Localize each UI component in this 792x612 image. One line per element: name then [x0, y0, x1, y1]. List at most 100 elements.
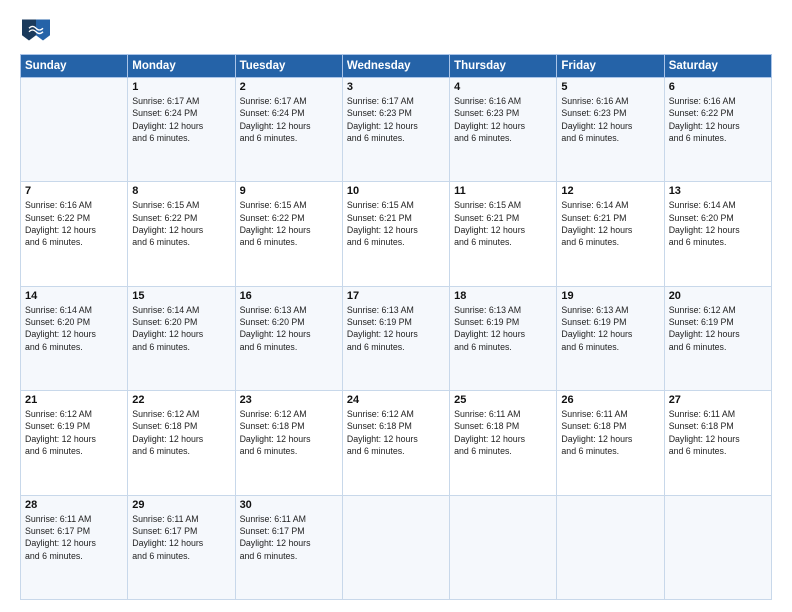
- calendar-cell: 29 Sunrise: 6:11 AMSunset: 6:17 PMDayligh…: [128, 495, 235, 599]
- day-info: Sunrise: 6:17 AMSunset: 6:23 PMDaylight:…: [347, 95, 445, 144]
- calendar-cell: 1 Sunrise: 6:17 AMSunset: 6:24 PMDaylight…: [128, 78, 235, 182]
- day-number: 26: [561, 394, 659, 406]
- calendar-cell: 4 Sunrise: 6:16 AMSunset: 6:23 PMDaylight…: [450, 78, 557, 182]
- day-info: Sunrise: 6:15 AMSunset: 6:21 PMDaylight:…: [454, 199, 552, 248]
- day-number: 13: [669, 185, 767, 197]
- day-header-friday: Friday: [557, 55, 664, 78]
- day-header-monday: Monday: [128, 55, 235, 78]
- calendar-cell: 13Sunrise: 6:14 AMSunset: 6:20 PMDayligh…: [664, 182, 771, 286]
- calendar-cell: 18 Sunrise: 6:13 AMSunset: 6:19 PMDayligh…: [450, 286, 557, 390]
- day-info: Sunrise: 6:15 AMSunset: 6:21 PMDaylight:…: [347, 199, 445, 248]
- calendar-cell: 24 Sunrise: 6:12 AMSunset: 6:18 PMDayligh…: [342, 391, 449, 495]
- calendar-cell: [664, 495, 771, 599]
- day-header-sunday: Sunday: [21, 55, 128, 78]
- day-header-saturday: Saturday: [664, 55, 771, 78]
- day-info: Sunrise: 6:16 AMSunset: 6:23 PMDaylight:…: [454, 95, 552, 144]
- day-number: 18: [454, 290, 552, 302]
- day-info: Sunrise: 6:13 AMSunset: 6:20 PMDaylight:…: [240, 304, 338, 353]
- day-number: 3: [347, 81, 445, 93]
- day-number: 28: [25, 499, 123, 511]
- day-info: Sunrise: 6:13 AMSunset: 6:19 PMDaylight:…: [561, 304, 659, 353]
- day-info: Sunrise: 6:13 AMSunset: 6:19 PMDaylight:…: [347, 304, 445, 353]
- calendar-cell: 3 Sunrise: 6:17 AMSunset: 6:23 PMDaylight…: [342, 78, 449, 182]
- day-info: Sunrise: 6:11 AMSunset: 6:18 PMDaylight:…: [561, 408, 659, 457]
- day-info: Sunrise: 6:12 AMSunset: 6:18 PMDaylight:…: [240, 408, 338, 457]
- calendar-table: SundayMondayTuesdayWednesdayThursdayFrid…: [20, 54, 772, 600]
- day-info: Sunrise: 6:12 AMSunset: 6:19 PMDaylight:…: [25, 408, 123, 457]
- day-info: Sunrise: 6:11 AMSunset: 6:18 PMDaylight:…: [454, 408, 552, 457]
- day-number: 29: [132, 499, 230, 511]
- day-number: 19: [561, 290, 659, 302]
- calendar-cell: 21 Sunrise: 6:12 AMSunset: 6:19 PMDayligh…: [21, 391, 128, 495]
- calendar-cell: [450, 495, 557, 599]
- day-info: Sunrise: 6:11 AMSunset: 6:17 PMDaylight:…: [240, 513, 338, 562]
- day-info: Sunrise: 6:11 AMSunset: 6:18 PMDaylight:…: [669, 408, 767, 457]
- day-number: 15: [132, 290, 230, 302]
- day-info: Sunrise: 6:12 AMSunset: 6:19 PMDaylight:…: [669, 304, 767, 353]
- day-number: 11: [454, 185, 552, 197]
- day-info: Sunrise: 6:13 AMSunset: 6:19 PMDaylight:…: [454, 304, 552, 353]
- calendar-cell: 11 Sunrise: 6:15 AMSunset: 6:21 PMDayligh…: [450, 182, 557, 286]
- calendar-page: SundayMondayTuesdayWednesdayThursdayFrid…: [0, 0, 792, 612]
- day-number: 6: [669, 81, 767, 93]
- week-row-5: 28 Sunrise: 6:11 AMSunset: 6:17 PMDayligh…: [21, 495, 772, 599]
- day-info: Sunrise: 6:16 AMSunset: 6:23 PMDaylight:…: [561, 95, 659, 144]
- day-number: 16: [240, 290, 338, 302]
- day-number: 22: [132, 394, 230, 406]
- day-number: 9: [240, 185, 338, 197]
- days-of-week-row: SundayMondayTuesdayWednesdayThursdayFrid…: [21, 55, 772, 78]
- day-header-wednesday: Wednesday: [342, 55, 449, 78]
- calendar-cell: 30 Sunrise: 6:11 AMSunset: 6:17 PMDayligh…: [235, 495, 342, 599]
- calendar-cell: 10Sunrise: 6:15 AMSunset: 6:21 PMDayligh…: [342, 182, 449, 286]
- calendar-cell: 26 Sunrise: 6:11 AMSunset: 6:18 PMDayligh…: [557, 391, 664, 495]
- day-info: Sunrise: 6:14 AMSunset: 6:21 PMDaylight:…: [561, 199, 659, 248]
- day-info: Sunrise: 6:17 AMSunset: 6:24 PMDaylight:…: [240, 95, 338, 144]
- calendar-cell: 12 Sunrise: 6:14 AMSunset: 6:21 PMDayligh…: [557, 182, 664, 286]
- week-row-4: 21 Sunrise: 6:12 AMSunset: 6:19 PMDayligh…: [21, 391, 772, 495]
- day-header-tuesday: Tuesday: [235, 55, 342, 78]
- day-number: 14: [25, 290, 123, 302]
- logo: [20, 16, 56, 44]
- day-info: Sunrise: 6:14 AMSunset: 6:20 PMDaylight:…: [25, 304, 123, 353]
- calendar-cell: 19 Sunrise: 6:13 AMSunset: 6:19 PMDayligh…: [557, 286, 664, 390]
- calendar-cell: [21, 78, 128, 182]
- day-number: 4: [454, 81, 552, 93]
- day-info: Sunrise: 6:15 AMSunset: 6:22 PMDaylight:…: [132, 199, 230, 248]
- calendar-cell: 25Sunrise: 6:11 AMSunset: 6:18 PMDayligh…: [450, 391, 557, 495]
- day-number: 2: [240, 81, 338, 93]
- day-info: Sunrise: 6:12 AMSunset: 6:18 PMDaylight:…: [132, 408, 230, 457]
- calendar-cell: 16 Sunrise: 6:13 AMSunset: 6:20 PMDayligh…: [235, 286, 342, 390]
- calendar-cell: 2 Sunrise: 6:17 AMSunset: 6:24 PMDaylight…: [235, 78, 342, 182]
- day-info: Sunrise: 6:17 AMSunset: 6:24 PMDaylight:…: [132, 95, 230, 144]
- day-number: 21: [25, 394, 123, 406]
- calendar-header: SundayMondayTuesdayWednesdayThursdayFrid…: [21, 55, 772, 78]
- day-info: Sunrise: 6:12 AMSunset: 6:18 PMDaylight:…: [347, 408, 445, 457]
- calendar-cell: [342, 495, 449, 599]
- day-info: Sunrise: 6:11 AMSunset: 6:17 PMDaylight:…: [25, 513, 123, 562]
- calendar-cell: 6Sunrise: 6:16 AMSunset: 6:22 PMDaylight…: [664, 78, 771, 182]
- day-number: 12: [561, 185, 659, 197]
- day-number: 7: [25, 185, 123, 197]
- calendar-cell: 20 Sunrise: 6:12 AMSunset: 6:19 PMDayligh…: [664, 286, 771, 390]
- day-info: Sunrise: 6:14 AMSunset: 6:20 PMDaylight:…: [132, 304, 230, 353]
- day-number: 1: [132, 81, 230, 93]
- day-number: 20: [669, 290, 767, 302]
- week-row-1: 1 Sunrise: 6:17 AMSunset: 6:24 PMDaylight…: [21, 78, 772, 182]
- day-number: 17: [347, 290, 445, 302]
- calendar-cell: 15 Sunrise: 6:14 AMSunset: 6:20 PMDayligh…: [128, 286, 235, 390]
- calendar-cell: 17 Sunrise: 6:13 AMSunset: 6:19 PMDayligh…: [342, 286, 449, 390]
- calendar-cell: 9Sunrise: 6:15 AMSunset: 6:22 PMDaylight…: [235, 182, 342, 286]
- calendar-cell: 22 Sunrise: 6:12 AMSunset: 6:18 PMDayligh…: [128, 391, 235, 495]
- calendar-cell: 7Sunrise: 6:16 AMSunset: 6:22 PMDaylight…: [21, 182, 128, 286]
- calendar-cell: 8 Sunrise: 6:15 AMSunset: 6:22 PMDaylight…: [128, 182, 235, 286]
- logo-icon: [20, 16, 52, 44]
- day-number: 8: [132, 185, 230, 197]
- day-number: 24: [347, 394, 445, 406]
- day-info: Sunrise: 6:11 AMSunset: 6:17 PMDaylight:…: [132, 513, 230, 562]
- calendar-cell: 27 Sunrise: 6:11 AMSunset: 6:18 PMDayligh…: [664, 391, 771, 495]
- week-row-3: 14 Sunrise: 6:14 AMSunset: 6:20 PMDayligh…: [21, 286, 772, 390]
- day-number: 5: [561, 81, 659, 93]
- day-number: 27: [669, 394, 767, 406]
- calendar-cell: 28 Sunrise: 6:11 AMSunset: 6:17 PMDayligh…: [21, 495, 128, 599]
- day-number: 30: [240, 499, 338, 511]
